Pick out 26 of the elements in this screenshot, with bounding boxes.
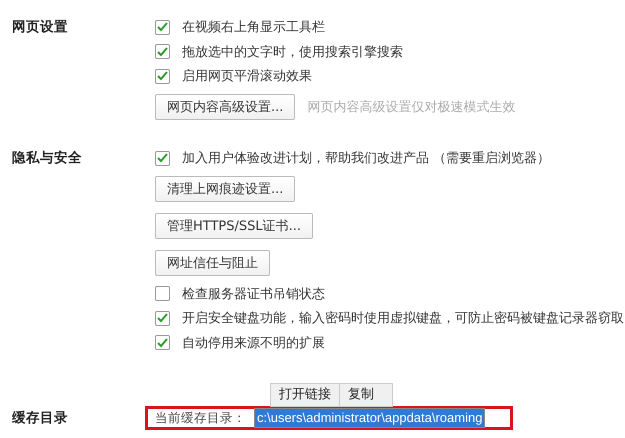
checkbox[interactable] [155,310,170,326]
settings-button[interactable]: 清理上网痕迹设置... [155,176,296,202]
settings-button[interactable]: 网页内容高级设置... [155,94,296,120]
section-title: 缓存目录 [12,409,69,428]
checkbox[interactable] [155,286,170,302]
checkbox-label: 加入用户体验改进计划，帮助我们改进产品 （需要重启浏览器） [182,150,550,168]
checkbox-label: 在视频右上角显示工具栏 [182,19,325,36]
hint-text: 网页内容高级设置仅对极速模式生效 [307,99,516,116]
checkbox-label: 检查服务器证书吊销状态 [182,286,325,303]
checkbox[interactable] [155,335,170,350]
checkbox[interactable] [155,44,170,60]
checkbox-label: 拖放选中的文字时，使用搜索引擎搜索 [182,44,403,61]
section-title: 隐私与安全 [12,149,83,168]
path-value[interactable]: c:\users\administrator\appdata\roaming [254,408,486,428]
checkbox-label: 自动停用来源不明的扩展 [182,334,325,352]
checkbox[interactable] [155,68,170,84]
checkbox-label: 启用网页平滑滚动效果 [182,68,312,86]
section-title: 网页设置 [12,18,69,37]
settings-button[interactable]: 网址信任与阻止 [155,250,270,276]
field-label: 当前缓存目录： [155,410,246,426]
checkbox[interactable] [155,150,170,166]
settings-button[interactable]: 管理HTTPS/SSL证书... [155,213,314,239]
menu-item[interactable]: 打开链接 [271,384,340,406]
checkbox-label: 开启安全键盘功能，输入密码时使用虚拟键盘，可防止密码被键盘记录器窃取 [182,310,624,328]
menu-item[interactable]: 复制 [340,384,392,406]
checkbox[interactable] [155,20,170,35]
